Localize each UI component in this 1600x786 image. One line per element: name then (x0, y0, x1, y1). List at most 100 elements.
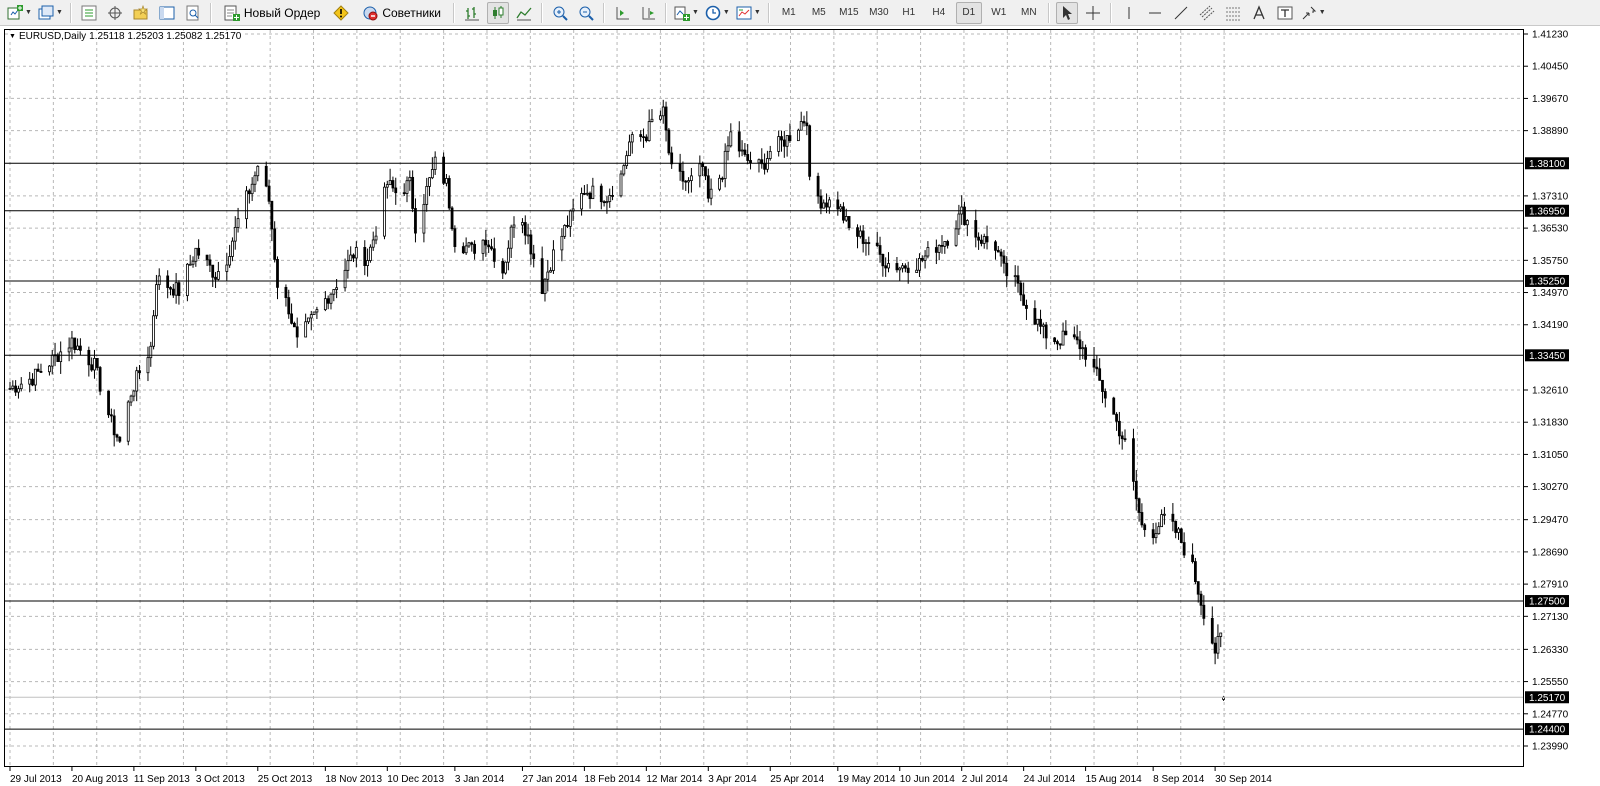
candle-body (560, 235, 564, 251)
timeframe-m1-button[interactable]: M1 (776, 2, 802, 24)
candle-body (768, 151, 772, 159)
templates-icon (736, 6, 752, 19)
candlestick (174, 273, 178, 304)
candle-body (670, 152, 674, 165)
bar-chart-button[interactable] (461, 2, 483, 24)
indicators-button[interactable]: ▼ (673, 2, 700, 24)
auto-scroll-button[interactable] (611, 2, 633, 24)
fibonacci-button[interactable] (1222, 2, 1244, 24)
candlestick (211, 264, 215, 287)
crosshair-tool-button[interactable] (1082, 2, 1104, 24)
candlestick (670, 146, 674, 169)
cursor-tool-button[interactable] (1055, 1, 1078, 24)
chart-shift-button[interactable] (637, 2, 659, 24)
candle-body (411, 176, 415, 209)
candle-body (940, 244, 944, 247)
candle-body (861, 230, 865, 244)
candlestick-chart-button[interactable] (486, 1, 509, 24)
timeframe-w1-button[interactable]: W1 (986, 2, 1012, 24)
time-tick-label: 30 Sep 2014 (1215, 774, 1272, 785)
candle-body (706, 175, 710, 199)
candlestick (253, 171, 257, 193)
candle-body (1112, 397, 1116, 415)
candle-body (484, 239, 488, 246)
horizontal-line-button[interactable] (1144, 2, 1166, 24)
chevron-down-icon: ▼ (691, 9, 699, 16)
new-order-button[interactable]: Новый Ордер (218, 2, 326, 24)
timeframe-h1-button[interactable]: H1 (896, 2, 922, 24)
candlestick (937, 244, 941, 261)
terminal-button[interactable] (156, 2, 178, 24)
candlestick (802, 115, 806, 127)
candlestick (647, 109, 651, 142)
candlestick (146, 346, 150, 382)
timeframe-m30-button[interactable]: M30 (866, 2, 892, 24)
price-axis[interactable]: 1.41230 1.40450 1.39670 1.38890 1.37310 1.365… (1524, 29, 1600, 767)
text-tool-button[interactable] (1248, 2, 1270, 24)
market-watch-button[interactable] (78, 2, 100, 24)
expert-advisors-button[interactable]: Советники (356, 2, 447, 24)
templates-button[interactable]: ▼ (735, 2, 762, 24)
line-chart-button[interactable] (513, 2, 535, 24)
candle-body (1163, 513, 1166, 516)
candlestick (273, 221, 277, 263)
candlestick (152, 310, 155, 350)
candle-body (1157, 526, 1161, 535)
candle-body (264, 165, 268, 187)
data-window-button[interactable] (104, 2, 126, 24)
candlestick (481, 239, 485, 261)
candle-body (757, 159, 761, 164)
price-tick-label: 1.25550 (1532, 677, 1569, 688)
candlestick (568, 209, 572, 237)
candlestick (402, 183, 406, 197)
candle-body (50, 354, 54, 367)
candle-body (270, 200, 274, 230)
text-label-button[interactable] (1274, 2, 1296, 24)
new-order-label: Новый Ордер (243, 5, 321, 20)
candle-body (73, 337, 77, 351)
zoom-in-button[interactable] (549, 2, 571, 24)
strategy-tester-button[interactable] (182, 2, 204, 24)
arrows-button[interactable]: ▼ (1300, 2, 1327, 24)
candlestick (985, 225, 989, 250)
candlestick (926, 241, 930, 259)
candlestick (923, 250, 927, 269)
candlestick (135, 366, 139, 402)
timeframe-m5-button[interactable]: M5 (806, 2, 832, 24)
candlestick (270, 200, 274, 242)
candlestick (563, 224, 567, 239)
candle-body (788, 135, 792, 142)
candlestick (405, 176, 409, 203)
alert-button[interactable] (330, 2, 352, 24)
candlestick (197, 239, 201, 260)
navigator-button[interactable] (130, 2, 152, 24)
market-watch-icon (81, 5, 97, 20)
timeframe-h4-button[interactable]: H4 (926, 2, 952, 24)
price-level-label: 1.33450 (1529, 351, 1566, 362)
chart-canvas[interactable] (5, 30, 1523, 766)
time-tick-label: 3 Oct 2013 (196, 774, 245, 785)
candlestick (245, 186, 248, 229)
candle-body (78, 345, 82, 351)
equidistant-channel-button[interactable] (1196, 2, 1218, 24)
vertical-line-button[interactable] (1118, 2, 1140, 24)
timeframe-m15-button[interactable]: M15 (836, 2, 862, 24)
price-chart[interactable] (4, 29, 1524, 767)
candlestick (33, 368, 37, 392)
time-tick-label: 12 Mar 2014 (646, 774, 703, 785)
zoom-out-button[interactable] (575, 2, 597, 24)
chevron-down-icon: ▼ (722, 9, 730, 16)
trendline-button[interactable] (1170, 2, 1192, 24)
candle-body (842, 206, 845, 221)
time-tick-label: 19 May 2014 (838, 774, 896, 785)
candle-body (918, 257, 921, 271)
candlestick (267, 179, 271, 205)
periods-button[interactable]: ▼ (704, 2, 731, 24)
candle-body (521, 222, 524, 226)
profiles-button[interactable]: ▼ (37, 2, 64, 24)
candle-body (1101, 379, 1104, 392)
timeframe-mn-button[interactable]: MN (1016, 2, 1042, 24)
new-chart-button[interactable]: ▼ (6, 2, 33, 24)
time-axis[interactable]: 29 Jul 2013 20 Aug 2013 11 Sep 2013 3 Oct 2… (0, 767, 1600, 786)
timeframe-d1-button[interactable]: D1 (955, 1, 982, 24)
